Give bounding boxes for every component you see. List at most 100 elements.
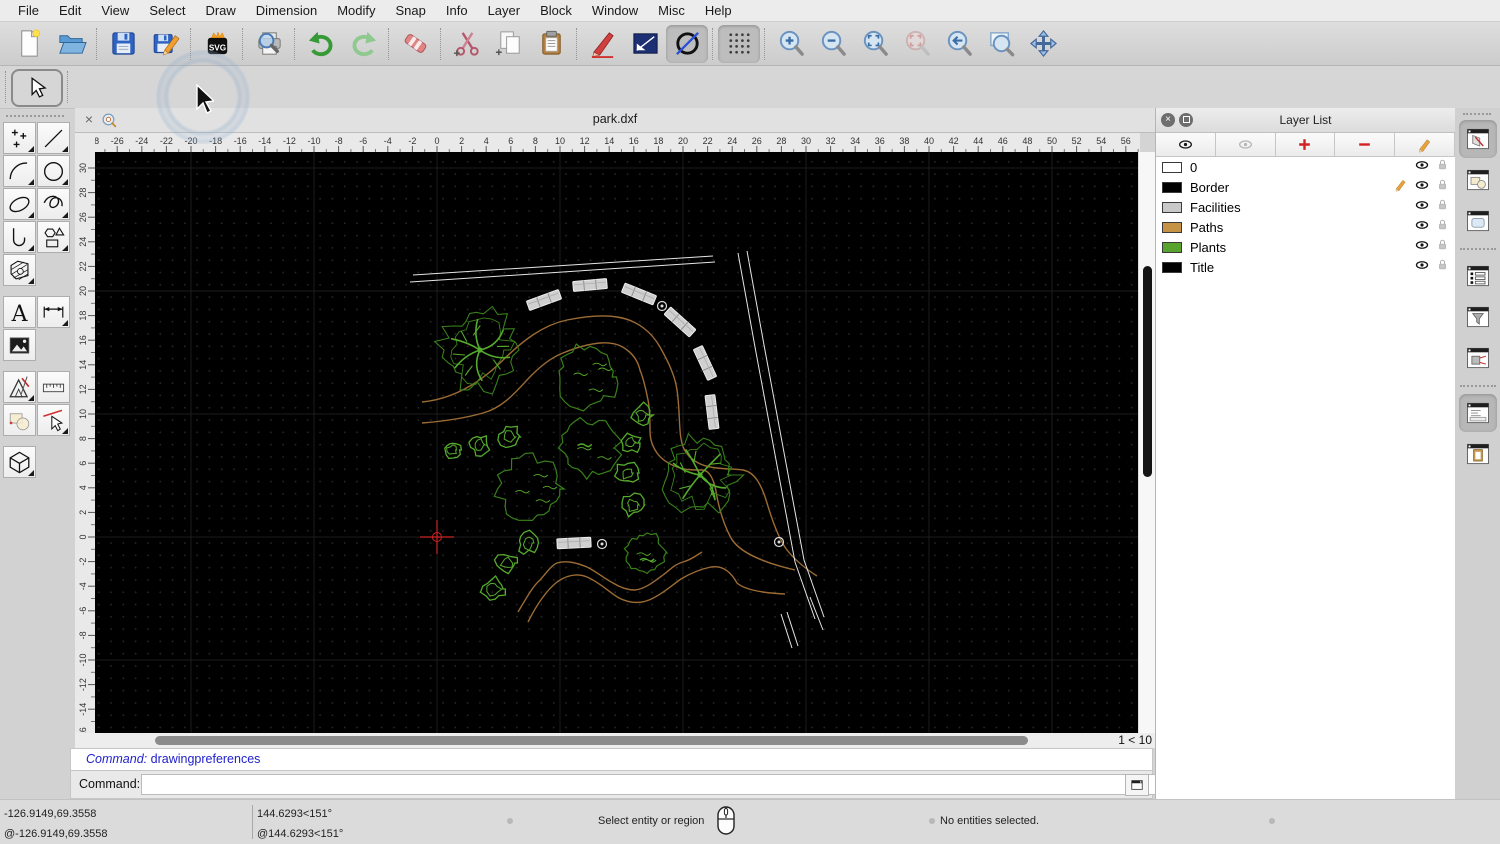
zoom-out-button[interactable] xyxy=(812,25,854,63)
horizontal-scrollbar-thumb[interactable] xyxy=(155,736,1028,745)
solid-tools-button[interactable] xyxy=(3,446,36,478)
menu-layer[interactable]: Layer xyxy=(478,3,531,18)
palette-group-gap xyxy=(3,362,73,371)
layer-lock-toggle[interactable] xyxy=(1430,218,1449,236)
layer-row-border[interactable]: Border xyxy=(1156,177,1455,197)
remove-layer-button[interactable] xyxy=(1335,133,1396,157)
drafting-tools-button[interactable] xyxy=(3,371,36,403)
delete-button[interactable] xyxy=(394,25,436,63)
undo-button[interactable] xyxy=(300,25,342,63)
zoom-in-button[interactable] xyxy=(770,25,812,63)
menu-help[interactable]: Help xyxy=(695,3,742,18)
layer-visibility-toggle[interactable] xyxy=(1408,197,1430,218)
measure-tools-button[interactable] xyxy=(37,371,70,403)
layer-row-paths[interactable]: Paths xyxy=(1156,217,1455,237)
menu-draw[interactable]: Draw xyxy=(195,3,245,18)
modify-tools-button[interactable] xyxy=(3,404,36,436)
layer-row-title[interactable]: Title xyxy=(1156,257,1455,277)
panel-blocks-button[interactable] xyxy=(1459,161,1497,199)
layer-visibility-toggle[interactable] xyxy=(1408,237,1430,258)
palette-handle[interactable] xyxy=(6,115,64,117)
vertical-scrollbar[interactable] xyxy=(1138,152,1155,733)
attributes-tool-button[interactable] xyxy=(37,404,70,436)
command-widget-toggle-button[interactable] xyxy=(1125,774,1149,796)
arc-tools-button[interactable] xyxy=(3,155,36,187)
grid-toggle-button[interactable] xyxy=(718,24,760,63)
layer-visibility-toggle[interactable] xyxy=(1408,177,1430,198)
layer-lock-toggle[interactable] xyxy=(1430,238,1449,256)
redo-button[interactable] xyxy=(342,25,384,63)
menu-info[interactable]: Info xyxy=(436,3,478,18)
zoom-auto-button[interactable] xyxy=(854,25,896,63)
selection-tool-button[interactable] xyxy=(11,69,63,107)
pan-button[interactable] xyxy=(1022,25,1064,63)
panel-filter-button[interactable] xyxy=(1459,298,1497,336)
palette-group-gap xyxy=(3,437,73,446)
polyline-tools-button[interactable] xyxy=(3,221,36,253)
menu-edit[interactable]: Edit xyxy=(49,3,91,18)
menu-view[interactable]: View xyxy=(91,3,139,18)
layer-visibility-toggle[interactable] xyxy=(1408,217,1430,238)
open-file-button[interactable] xyxy=(50,25,92,63)
panel-view-button[interactable] xyxy=(1459,202,1497,240)
text-tool-button[interactable]: A xyxy=(3,296,36,328)
layer-row-facilities[interactable]: Facilities xyxy=(1156,197,1455,217)
new-file-button[interactable] xyxy=(8,25,50,63)
layer-lock-toggle[interactable] xyxy=(1430,198,1449,216)
shape-tools-button[interactable] xyxy=(37,221,70,253)
horizontal-scrollbar[interactable]: 1 < 10 xyxy=(75,733,1155,748)
layer-lock-toggle[interactable] xyxy=(1430,158,1449,176)
show-all-layers-button[interactable] xyxy=(1156,133,1216,157)
menu-window[interactable]: Window xyxy=(582,3,648,18)
menu-select[interactable]: Select xyxy=(139,3,195,18)
hide-all-layers-button[interactable] xyxy=(1215,133,1276,157)
zoom-window-button[interactable] xyxy=(980,25,1022,63)
menu-block[interactable]: Block xyxy=(530,3,582,18)
layer-row-plants[interactable]: Plants xyxy=(1156,237,1455,257)
panel-command-line-button[interactable] xyxy=(1458,394,1497,432)
spline-tools-button[interactable] xyxy=(37,188,70,220)
restrict-off-button[interactable] xyxy=(666,24,708,63)
palette-empty-cell xyxy=(37,329,70,361)
save-as-button[interactable] xyxy=(144,25,186,63)
panel-projection-button[interactable] xyxy=(1459,339,1497,377)
paste-button[interactable] xyxy=(530,25,572,63)
point-tools-button[interactable] xyxy=(3,122,36,154)
dimension-tools-button[interactable] xyxy=(37,296,70,328)
image-tool-button[interactable] xyxy=(3,329,36,361)
zoom-selection-button[interactable] xyxy=(896,25,938,63)
menu-misc[interactable]: Misc xyxy=(648,3,695,18)
layer-lock-toggle[interactable] xyxy=(1430,258,1449,276)
line-tools-button[interactable] xyxy=(37,122,70,154)
add-layer-button[interactable] xyxy=(1275,133,1336,157)
zoom-previous-button[interactable] xyxy=(938,25,980,63)
panel-layer-list-button[interactable] xyxy=(1459,257,1497,295)
command-input[interactable] xyxy=(141,774,1206,795)
circle-tools-button[interactable] xyxy=(37,155,70,187)
menu-modify[interactable]: Modify xyxy=(327,3,385,18)
panel-appearance-button[interactable] xyxy=(1458,120,1497,158)
panel-clipboard-button[interactable] xyxy=(1459,435,1497,473)
cut-button[interactable] xyxy=(446,25,488,63)
menu-dimension[interactable]: Dimension xyxy=(246,3,327,18)
hatch-tool-button[interactable] xyxy=(3,254,36,286)
save-button[interactable] xyxy=(102,25,144,63)
vertical-scrollbar-thumb[interactable] xyxy=(1143,266,1152,477)
layer-lock-toggle[interactable] xyxy=(1430,178,1449,196)
drawing-canvas[interactable] xyxy=(95,152,1138,733)
ellipse-tools-button[interactable] xyxy=(3,188,36,220)
print-preview-button[interactable] xyxy=(248,25,290,63)
strip-handle[interactable] xyxy=(1463,113,1491,115)
angle-tool-button[interactable] xyxy=(624,25,666,63)
menu-file[interactable]: File xyxy=(8,3,49,18)
edit-pencil-button[interactable] xyxy=(582,25,624,63)
layer-visibility-toggle[interactable] xyxy=(1408,157,1430,178)
zoomprev-icon xyxy=(947,30,972,56)
layer-visibility-toggle[interactable] xyxy=(1408,257,1430,278)
layer-row-0[interactable]: 0 xyxy=(1156,157,1455,177)
svg-text:-6: -6 xyxy=(359,136,367,146)
menu-snap[interactable]: Snap xyxy=(386,3,436,18)
edit-layer-button[interactable] xyxy=(1395,133,1455,157)
svg-export-button[interactable]: SVG xyxy=(196,25,238,63)
copy-button[interactable] xyxy=(488,25,530,63)
